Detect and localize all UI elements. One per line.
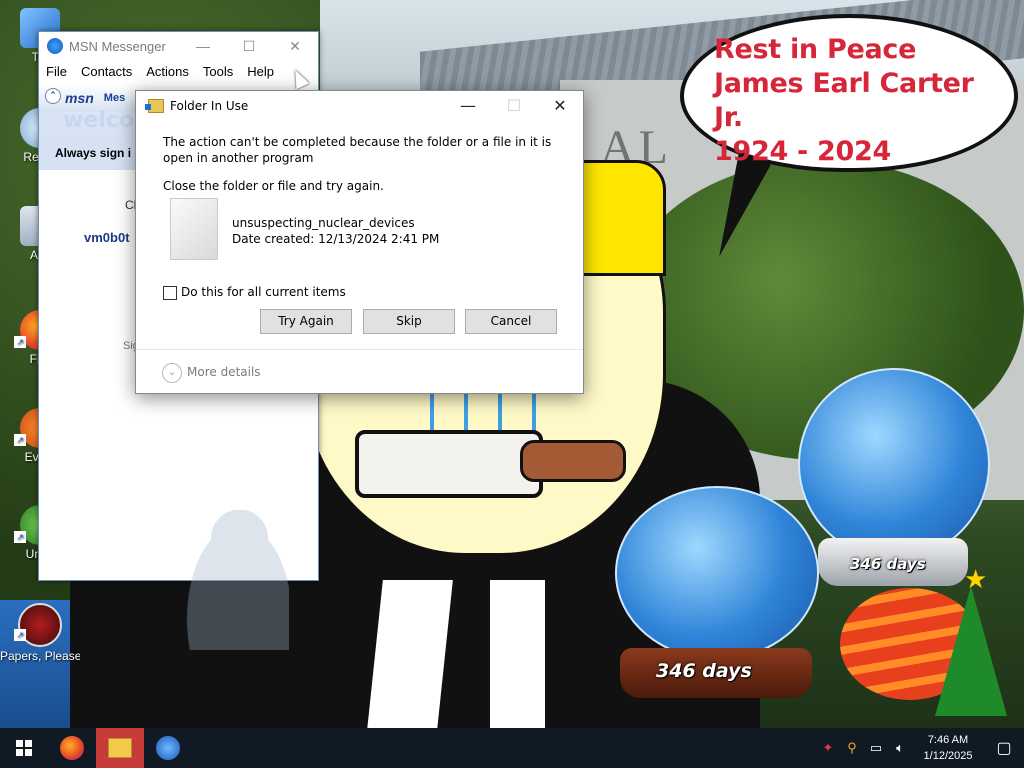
bubble-line-2: James Earl Carter Jr.: [714, 68, 974, 133]
menu-tools[interactable]: Tools: [203, 64, 233, 79]
system-tray: ✦ ⚲ ▭ 🔈︎ 7:46 AM 1/12/2025 ▢: [816, 728, 1024, 768]
dialog-instruction: Close the folder or file and try again.: [163, 179, 384, 193]
menu-file[interactable]: File: [46, 64, 67, 79]
clock-time: 7:46 AM: [927, 734, 969, 746]
msn-brand: msn: [65, 90, 94, 106]
snow-globe-right-label: 346 days: [850, 555, 926, 573]
msn-menu-bar: File Contacts Actions Tools Help: [39, 60, 318, 82]
msn-brand-suffix: Mes: [103, 92, 126, 104]
dialog-separator: [136, 349, 583, 350]
cancel-button[interactable]: Cancel: [465, 309, 557, 334]
try-again-button[interactable]: Try Again: [260, 309, 352, 334]
close-button[interactable]: ✕: [272, 32, 318, 60]
taskbar: ✦ ⚲ ▭ 🔈︎ 7:46 AM 1/12/2025 ▢: [0, 728, 1024, 768]
search-icon[interactable]: ⚲: [840, 740, 864, 756]
taskbar-msn-messenger[interactable]: [144, 728, 192, 768]
dialog-title: Folder In Use: [170, 99, 249, 113]
file-explorer-icon: [108, 738, 132, 758]
clock-date: 1/12/2025: [923, 750, 973, 762]
bubble-line-1: Rest in Peace: [714, 34, 917, 65]
notification-center-icon[interactable]: ▢: [984, 738, 1024, 758]
bubble-line-3: 1924 - 2024: [714, 136, 891, 167]
dialog-message: The action can't be completed because th…: [163, 135, 552, 165]
menu-help[interactable]: Help: [247, 64, 274, 79]
start-button[interactable]: [0, 728, 48, 768]
msn-buddy-watermark-icon: [179, 510, 289, 650]
cartoon-cigar: [520, 440, 626, 482]
dialog-minimize-button[interactable]: —: [445, 91, 491, 121]
snow-globe-left-label: 346 days: [656, 660, 752, 682]
network-icon[interactable]: ▭: [864, 740, 888, 756]
shortcut-arrow-icon: ↗: [14, 434, 26, 446]
msn-username[interactable]: vm0b0t: [84, 230, 130, 245]
cartoon-mouth: [355, 430, 543, 498]
cartoon-shirt-right: [490, 580, 545, 728]
maximize-button[interactable]: ☐: [226, 32, 272, 60]
msn-always-sign-in: Always sign i: [55, 146, 132, 160]
file-icon: [165, 198, 218, 263]
shortcut-arrow-icon: ↗: [14, 336, 26, 348]
christmas-tree: [935, 586, 1007, 716]
speech-bubble-text: Rest in Peace James Earl Carter Jr. 1924…: [714, 33, 1004, 169]
more-details-link[interactable]: More details: [187, 365, 261, 379]
tray-app-icon[interactable]: ✦: [816, 740, 840, 756]
snow-globe-left: [615, 486, 819, 660]
collapse-icon[interactable]: ⌃: [45, 88, 61, 104]
menu-contacts[interactable]: Contacts: [81, 64, 132, 79]
minimize-button[interactable]: —: [180, 32, 226, 60]
do-for-all-checkbox[interactable]: [163, 286, 177, 300]
file-date-created: Date created: 12/13/2024 2:41 PM: [232, 232, 440, 246]
volume-icon[interactable]: 🔈︎: [888, 740, 912, 756]
do-for-all-label[interactable]: Do this for all current items: [181, 285, 346, 299]
windows-logo-icon: [16, 740, 32, 756]
taskbar-firefox[interactable]: [48, 728, 96, 768]
dialog-close-button[interactable]: ✕: [537, 91, 583, 121]
folder-in-use-dialog[interactable]: Folder In Use — ☐ ✕ The action can't be …: [135, 90, 584, 394]
chevron-down-icon[interactable]: ⌄: [162, 363, 182, 383]
shortcut-arrow-icon: ↗: [14, 531, 26, 543]
clock[interactable]: 7:46 AM 1/12/2025: [912, 732, 984, 764]
shortcut-arrow-icon: ↗: [14, 629, 26, 641]
firefox-icon: [60, 736, 84, 760]
dialog-maximize-button: ☐: [506, 96, 522, 115]
msn-window-title: MSN Messenger: [69, 38, 166, 54]
skip-button[interactable]: Skip: [363, 309, 455, 334]
desktop-icon-label: Papers, Please: [0, 649, 80, 663]
taskbar-file-explorer[interactable]: [96, 728, 144, 768]
desktop-icon-papers-please[interactable]: ↗ Papers, Please: [0, 603, 80, 663]
folder-icon: [145, 99, 164, 113]
snow-globe-right: [798, 368, 990, 560]
msn-messenger-icon: [156, 736, 180, 760]
file-name: unsuspecting_nuclear_devices: [232, 216, 415, 230]
menu-actions[interactable]: Actions: [146, 64, 189, 79]
msn-butterfly-icon: [47, 38, 63, 54]
star-icon: ★: [964, 564, 988, 594]
